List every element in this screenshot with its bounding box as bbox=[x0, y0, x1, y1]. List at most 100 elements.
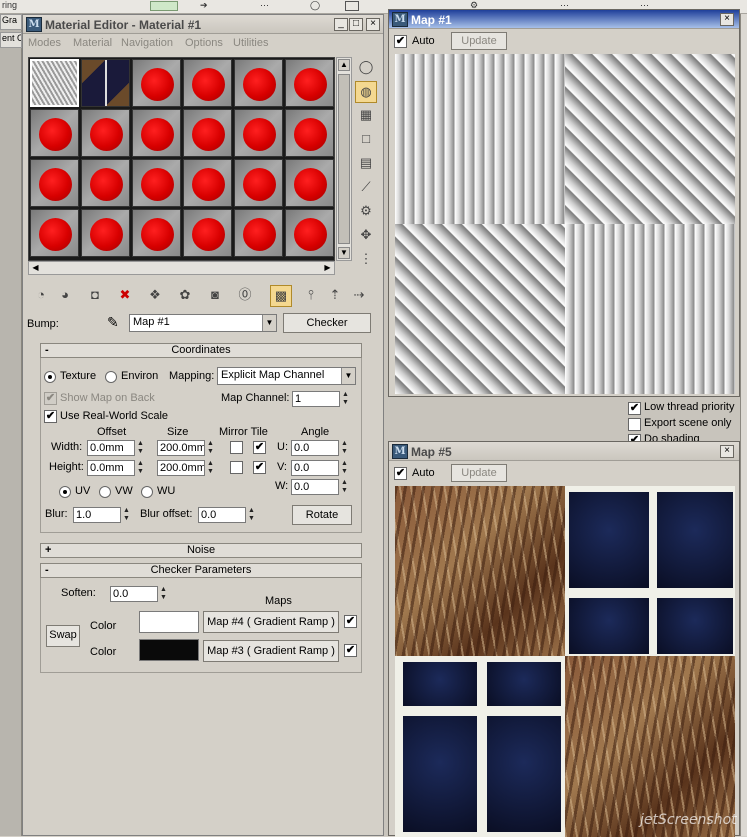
menu-options[interactable]: Options bbox=[185, 37, 223, 49]
map1-titlebar[interactable]: M Map #1 × bbox=[389, 10, 739, 29]
material-editor-titlebar[interactable]: M Material Editor - Material #1 _ □ × bbox=[23, 15, 383, 34]
coordinates-rollout-header[interactable]: - Coordinates bbox=[40, 343, 362, 358]
go-forward-sibling-icon[interactable]: ⇢ bbox=[348, 285, 370, 307]
show-map-on-back-checkbox[interactable]: ✔ bbox=[44, 392, 57, 405]
go-to-parent-icon[interactable]: ⇡ bbox=[324, 285, 346, 307]
u-angle-input[interactable]: 0.0 bbox=[291, 440, 339, 456]
sample-slot[interactable] bbox=[183, 159, 232, 207]
spinner-icon[interactable]: ▲ ▼ bbox=[136, 440, 145, 456]
soften-input[interactable]: 0.0 bbox=[110, 586, 158, 602]
spinner-icon[interactable]: ▲ ▼ bbox=[247, 507, 256, 523]
sample-slot[interactable] bbox=[30, 209, 79, 257]
material-id-icon[interactable]: ⓪ bbox=[234, 285, 256, 307]
sample-slot[interactable] bbox=[183, 209, 232, 257]
sample-slot[interactable] bbox=[81, 159, 130, 207]
map5-auto-checkbox[interactable]: ✔ bbox=[394, 467, 407, 480]
sample-slot[interactable] bbox=[285, 59, 334, 107]
menu-material[interactable]: Material bbox=[73, 37, 112, 49]
sample-slot[interactable] bbox=[234, 59, 283, 107]
left-tab-graph[interactable]: Gra bbox=[0, 14, 22, 30]
uv-radio[interactable] bbox=[59, 486, 71, 498]
scroll-thumb[interactable] bbox=[338, 74, 350, 244]
sample-slot[interactable] bbox=[132, 209, 181, 257]
put-to-library-icon[interactable]: ◙ bbox=[204, 285, 226, 307]
slots-vertical-scrollbar[interactable]: ▲ ▼ bbox=[336, 57, 352, 261]
spinner-icon[interactable]: ▲ ▼ bbox=[136, 460, 145, 476]
height-offset-input[interactable]: 0.0mm bbox=[87, 460, 135, 476]
texture-radio[interactable] bbox=[44, 371, 56, 383]
menu-navigation[interactable]: Navigation bbox=[121, 37, 173, 49]
blur-offset-input[interactable]: 0.0 bbox=[198, 507, 246, 523]
show-end-result-icon[interactable]: ⫯ bbox=[300, 285, 322, 307]
mirror-u-checkbox[interactable] bbox=[230, 441, 243, 454]
spinner-icon[interactable]: ▲ ▼ bbox=[341, 391, 350, 407]
tile-v-checkbox[interactable]: ✔ bbox=[253, 461, 266, 474]
map4-button[interactable]: Map #4 ( Gradient Ramp ) bbox=[203, 611, 339, 633]
sample-slot[interactable] bbox=[285, 159, 334, 207]
wu-radio[interactable] bbox=[141, 486, 153, 498]
close-button[interactable]: × bbox=[720, 13, 734, 26]
vw-radio[interactable] bbox=[99, 486, 111, 498]
sample-slot[interactable] bbox=[234, 159, 283, 207]
sample-slot[interactable] bbox=[132, 109, 181, 157]
map3-button[interactable]: Map #3 ( Gradient Ramp ) bbox=[203, 640, 339, 662]
map-channel-input[interactable]: 1 bbox=[292, 391, 340, 407]
low-thread-priority-checkbox[interactable]: ✔ bbox=[628, 402, 641, 415]
map5-titlebar[interactable]: M Map #5 × bbox=[389, 442, 739, 461]
noise-rollout-header[interactable]: + Noise bbox=[40, 543, 362, 558]
dropdown-arrow-icon[interactable]: ▼ bbox=[341, 368, 355, 384]
spinner-icon[interactable]: ▲ ▼ bbox=[206, 440, 215, 456]
scroll-up-icon[interactable]: ▲ bbox=[338, 59, 350, 71]
sample-slot[interactable] bbox=[30, 159, 79, 207]
spinner-icon[interactable]: ▲ ▼ bbox=[122, 507, 131, 523]
map1-auto-checkbox[interactable]: ✔ bbox=[394, 35, 407, 48]
sample-slot[interactable] bbox=[30, 59, 79, 107]
background-icon[interactable]: ▦ bbox=[355, 105, 377, 127]
tile-u-checkbox[interactable]: ✔ bbox=[253, 441, 266, 454]
sample-slot[interactable] bbox=[132, 59, 181, 107]
sample-slot[interactable] bbox=[285, 109, 334, 157]
minimize-button[interactable]: _ bbox=[334, 18, 348, 31]
copy-material-icon[interactable]: ❖ bbox=[144, 285, 166, 307]
height-size-input[interactable]: 200.0mm bbox=[157, 460, 205, 476]
video-color-check-icon[interactable]: ▤ bbox=[355, 153, 377, 175]
spinner-icon[interactable]: ▲ ▼ bbox=[206, 460, 215, 476]
options-icon[interactable]: ⚙ bbox=[355, 201, 377, 223]
spinner-icon[interactable]: ▲ ▼ bbox=[340, 440, 349, 456]
map1-update-button[interactable]: Update bbox=[451, 32, 507, 50]
close-button[interactable]: × bbox=[366, 18, 380, 31]
map-type-button[interactable]: Checker bbox=[283, 313, 371, 333]
mirror-v-checkbox[interactable] bbox=[230, 461, 243, 474]
spinner-icon[interactable]: ▲ ▼ bbox=[159, 586, 168, 602]
map4-enable-checkbox[interactable]: ✔ bbox=[344, 615, 357, 628]
use-real-world-scale-checkbox[interactable]: ✔ bbox=[44, 410, 57, 423]
blur-input[interactable]: 1.0 bbox=[73, 507, 121, 523]
material-map-navigator-icon[interactable]: ⋮ bbox=[355, 249, 377, 271]
sample-slot[interactable] bbox=[30, 109, 79, 157]
select-by-material-icon[interactable]: ✥ bbox=[355, 225, 377, 247]
put-material-icon[interactable]: ◕ bbox=[54, 285, 76, 307]
reset-map-icon[interactable]: ✖ bbox=[114, 285, 136, 307]
make-unique-icon[interactable]: ✿ bbox=[174, 285, 196, 307]
map-name-combo[interactable]: Map #1 ▼ bbox=[129, 314, 277, 332]
scroll-down-icon[interactable]: ▼ bbox=[338, 247, 350, 259]
sample-slot[interactable] bbox=[81, 109, 130, 157]
slots-horizontal-scrollbar[interactable]: ◀ ▶ bbox=[28, 261, 335, 275]
color1-swatch[interactable] bbox=[139, 611, 199, 633]
backlight-icon[interactable]: ◍ bbox=[355, 81, 377, 103]
map5-update-button[interactable]: Update bbox=[451, 464, 507, 482]
swap-button[interactable]: Swap bbox=[46, 625, 80, 647]
sample-slot[interactable] bbox=[183, 59, 232, 107]
sample-slot[interactable] bbox=[81, 209, 130, 257]
width-offset-input[interactable]: 0.0mm bbox=[87, 440, 135, 456]
maximize-button[interactable]: □ bbox=[349, 18, 363, 31]
get-material-icon[interactable]: ◔ bbox=[30, 285, 52, 307]
sample-slot[interactable] bbox=[183, 109, 232, 157]
spinner-icon[interactable]: ▲ ▼ bbox=[340, 460, 349, 476]
eyedropper-icon[interactable]: ✎ bbox=[107, 314, 119, 331]
spinner-icon[interactable]: ▲ ▼ bbox=[340, 479, 349, 495]
left-tab-entity[interactable]: ent O bbox=[0, 32, 22, 48]
v-angle-input[interactable]: 0.0 bbox=[291, 460, 339, 476]
assign-material-icon[interactable]: ◘ bbox=[84, 285, 106, 307]
color2-swatch[interactable] bbox=[139, 639, 199, 661]
